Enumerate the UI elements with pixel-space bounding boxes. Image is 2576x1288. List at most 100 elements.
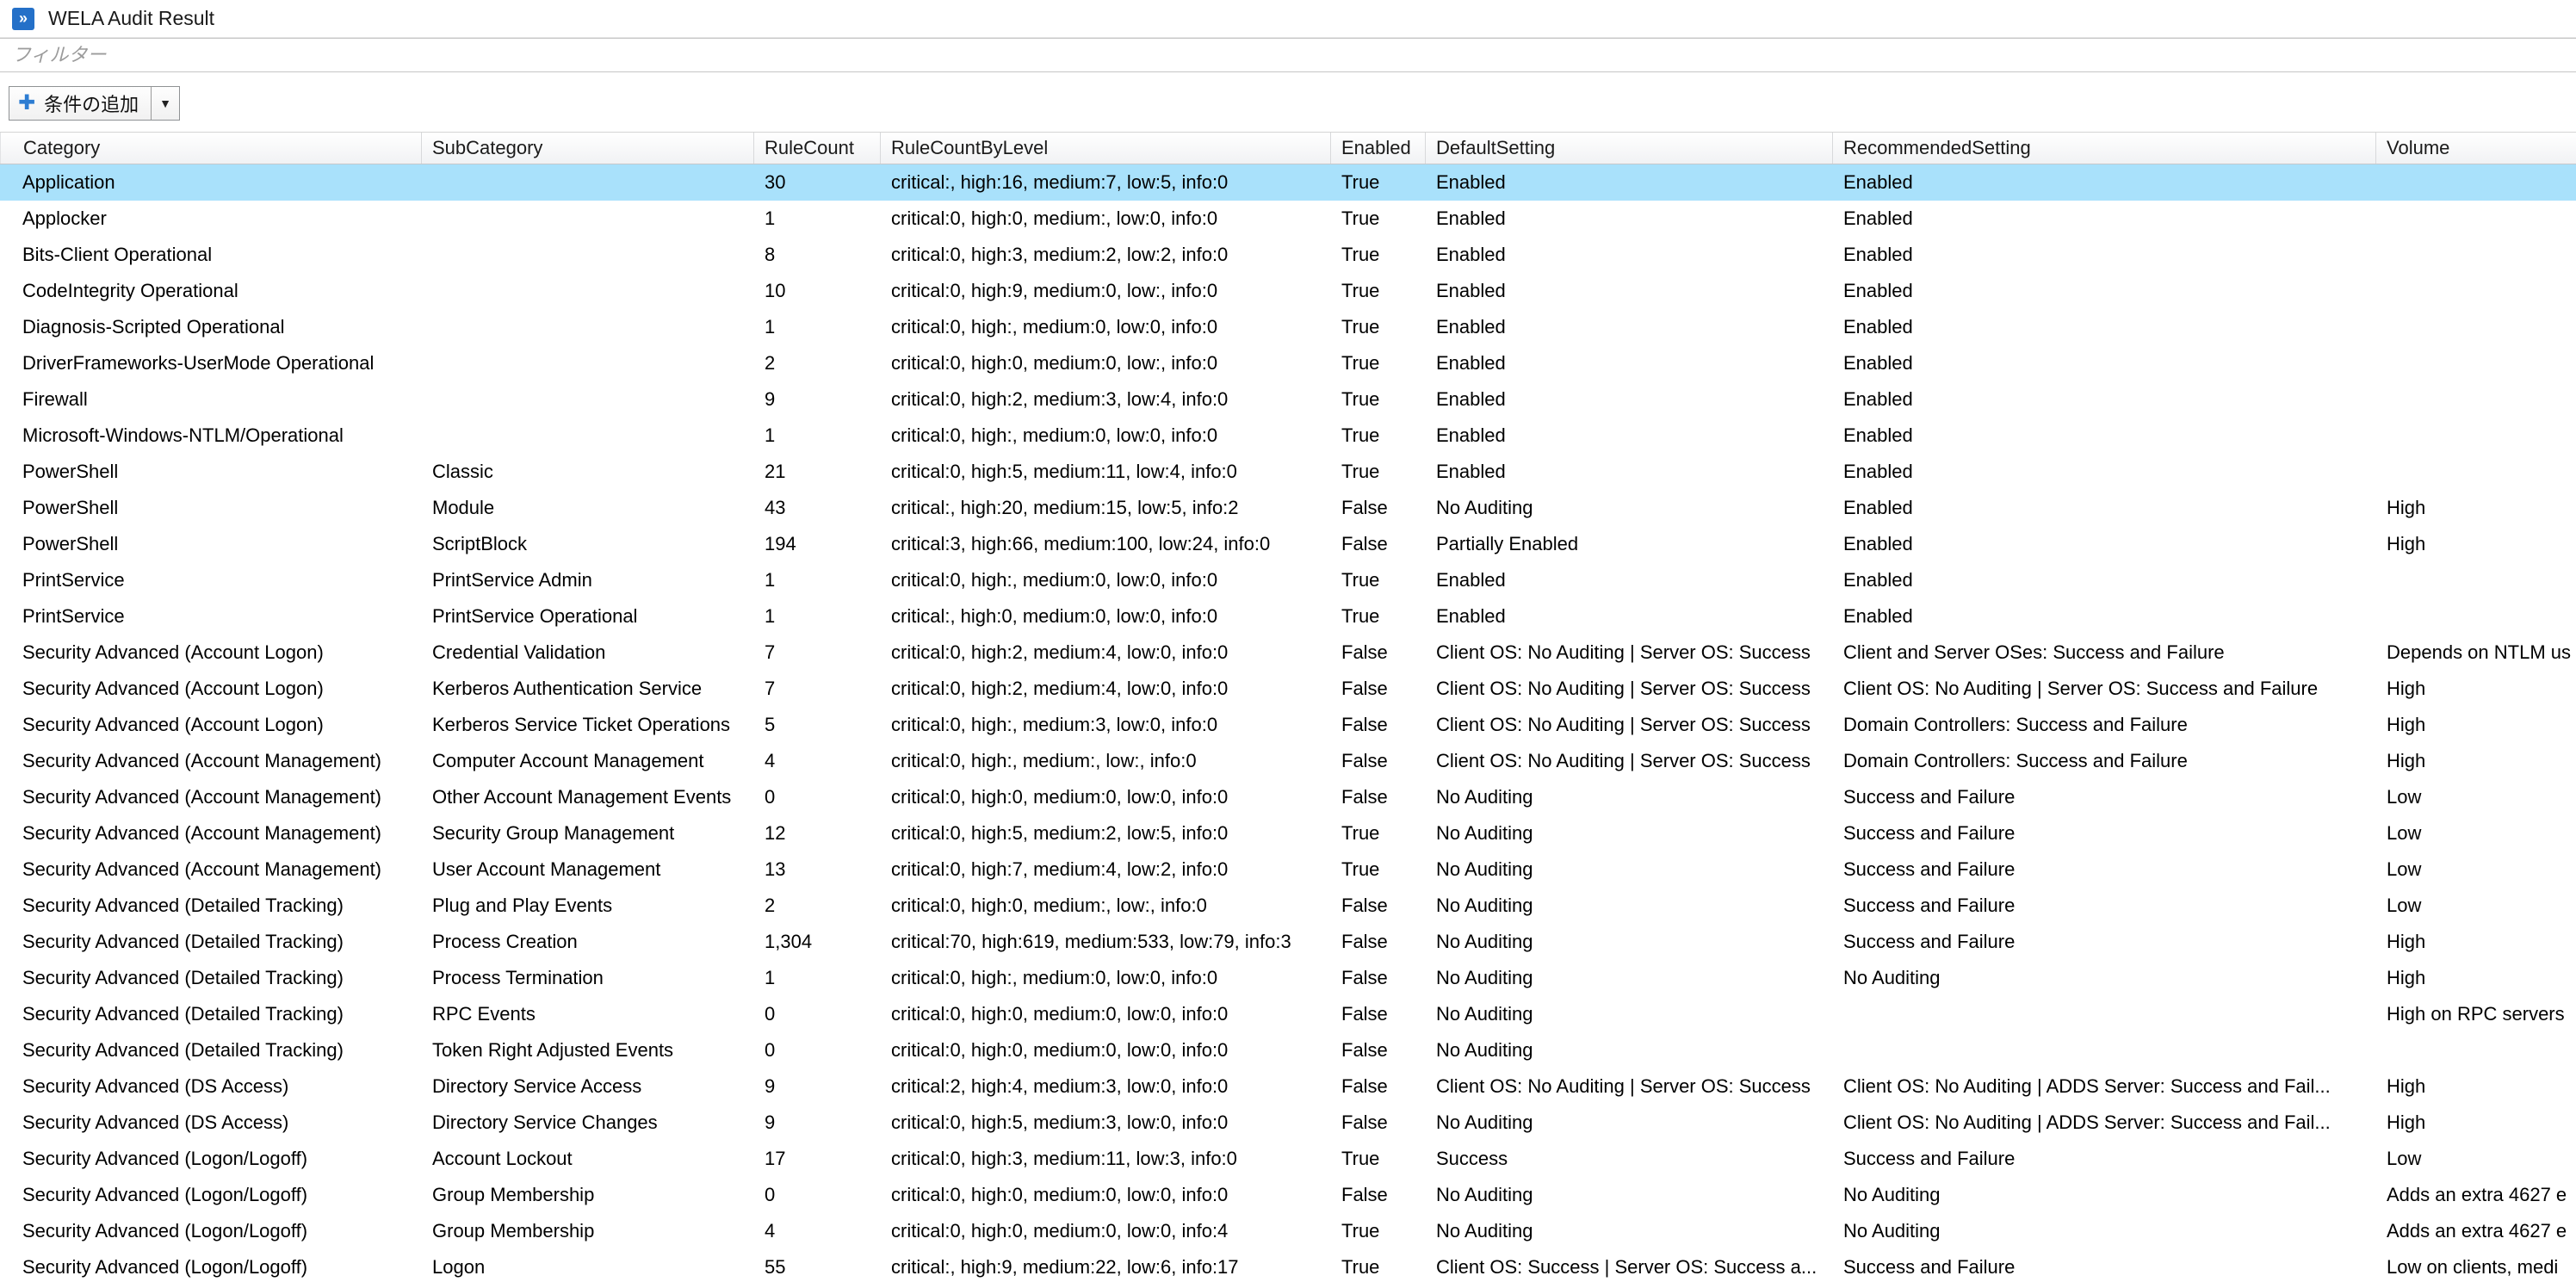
filter-input[interactable] <box>0 38 2576 72</box>
table-cell-rulecount: 194 <box>754 526 881 562</box>
table-cell-defaultsetting: Enabled <box>1426 598 1833 635</box>
table-cell-volume <box>2376 164 2576 201</box>
table-row[interactable]: Microsoft-Windows-NTLM/Operational1criti… <box>0 418 2576 454</box>
table-cell-subcategory: Logon <box>422 1249 754 1285</box>
table-cell-defaultsetting: Enabled <box>1426 237 1833 273</box>
table-cell-subcategory: Directory Service Changes <box>422 1105 754 1141</box>
table-row[interactable]: PrintServicePrintService Operational1cri… <box>0 598 2576 635</box>
table-row[interactable]: Security Advanced (DS Access)Directory S… <box>0 1068 2576 1105</box>
table-cell-defaultsetting: Enabled <box>1426 273 1833 309</box>
table-cell-category: Security Advanced (Detailed Tracking) <box>0 924 422 960</box>
table-row[interactable]: CodeIntegrity Operational10critical:0, h… <box>0 273 2576 309</box>
table-cell-subcategory <box>422 237 754 273</box>
table-cell-volume: Low <box>2376 851 2576 888</box>
column-header-rulecount[interactable]: RuleCount <box>754 133 881 164</box>
table-cell-volume: High on RPC servers <box>2376 996 2576 1032</box>
table-row[interactable]: Security Advanced (Account Logon)Kerbero… <box>0 707 2576 743</box>
table-cell-defaultsetting: Enabled <box>1426 381 1833 418</box>
add-condition-main[interactable]: ✚ 条件の追加 <box>9 87 151 120</box>
add-condition-dropdown[interactable]: ▼ <box>151 87 179 120</box>
table-cell-volume <box>2376 418 2576 454</box>
table-cell-subcategory: Directory Service Access <box>422 1068 754 1105</box>
column-header-volume[interactable]: Volume <box>2376 133 2576 164</box>
table-cell-enabled: True <box>1331 1213 1426 1249</box>
table-row[interactable]: Security Advanced (DS Access)Directory S… <box>0 1105 2576 1141</box>
table-cell-rulecount: 43 <box>754 490 881 526</box>
table-cell-rulecount: 10 <box>754 273 881 309</box>
table-cell-defaultsetting: No Auditing <box>1426 960 1833 996</box>
table-cell-defaultsetting: Client OS: Success | Server OS: Success … <box>1426 1249 1833 1285</box>
table-cell-subcategory: Account Lockout <box>422 1141 754 1177</box>
table-cell-recommendedsetting <box>1833 996 2376 1032</box>
table-row[interactable]: PowerShellScriptBlock194critical:3, high… <box>0 526 2576 562</box>
column-header-rulecountbylevel[interactable]: RuleCountByLevel <box>881 133 1331 164</box>
table-row[interactable]: Security Advanced (Detailed Tracking)RPC… <box>0 996 2576 1032</box>
table-row[interactable]: PrintServicePrintService Admin1critical:… <box>0 562 2576 598</box>
table-cell-enabled: False <box>1331 960 1426 996</box>
table-cell-defaultsetting: Enabled <box>1426 562 1833 598</box>
table-cell-subcategory: Process Creation <box>422 924 754 960</box>
table-cell-defaultsetting: Partially Enabled <box>1426 526 1833 562</box>
column-header-enabled[interactable]: Enabled <box>1331 133 1426 164</box>
table-row[interactable]: Application30critical:, high:16, medium:… <box>0 164 2576 201</box>
table-cell-rulecountbylevel: critical:0, high:3, medium:11, low:3, in… <box>881 1141 1331 1177</box>
table-cell-recommendedsetting: Domain Controllers: Success and Failure <box>1833 707 2376 743</box>
table-cell-volume: High <box>2376 960 2576 996</box>
table-cell-enabled: True <box>1331 381 1426 418</box>
table-row[interactable]: Security Advanced (Logon/Logoff)Group Me… <box>0 1177 2576 1213</box>
table-cell-volume <box>2376 562 2576 598</box>
table-row[interactable]: Security Advanced (Logon/Logoff)Logon55c… <box>0 1249 2576 1285</box>
table-row[interactable]: Bits-Client Operational8critical:0, high… <box>0 237 2576 273</box>
table-cell-rulecountbylevel: critical:, high:16, medium:7, low:5, inf… <box>881 164 1331 201</box>
table-cell-category: Security Advanced (Detailed Tracking) <box>0 996 422 1032</box>
table-row[interactable]: Security Advanced (Detailed Tracking)Plu… <box>0 888 2576 924</box>
table-row[interactable]: Security Advanced (Logon/Logoff)Account … <box>0 1141 2576 1177</box>
table-cell-category: Application <box>0 164 422 201</box>
table-cell-enabled: False <box>1331 1177 1426 1213</box>
table-cell-defaultsetting: No Auditing <box>1426 779 1833 815</box>
table-row[interactable]: Applocker1critical:0, high:0, medium:, l… <box>0 201 2576 237</box>
table-row[interactable]: PowerShellClassic21critical:0, high:5, m… <box>0 454 2576 490</box>
table-row[interactable]: Security Advanced (Account Logon)Kerbero… <box>0 671 2576 707</box>
column-header-recommendedsetting[interactable]: RecommendedSetting <box>1833 133 2376 164</box>
table-cell-category: PrintService <box>0 562 422 598</box>
column-header-subcategory[interactable]: SubCategory <box>422 133 754 164</box>
table-row[interactable]: Firewall9critical:0, high:2, medium:3, l… <box>0 381 2576 418</box>
table-row[interactable]: Security Advanced (Detailed Tracking)Tok… <box>0 1032 2576 1068</box>
table-row[interactable]: Security Advanced (Account Management)Us… <box>0 851 2576 888</box>
column-header-category[interactable]: Category <box>0 133 422 164</box>
table-cell-subcategory <box>422 201 754 237</box>
table-row[interactable]: PowerShellModule43critical:, high:20, me… <box>0 490 2576 526</box>
table-cell-defaultsetting: Enabled <box>1426 454 1833 490</box>
table-row[interactable]: Security Advanced (Account Management)Ot… <box>0 779 2576 815</box>
table-cell-enabled: True <box>1331 164 1426 201</box>
table-cell-subcategory: Kerberos Authentication Service <box>422 671 754 707</box>
table-cell-rulecountbylevel: critical:0, high:, medium:, low:, info:0 <box>881 743 1331 779</box>
table-cell-subcategory: Plug and Play Events <box>422 888 754 924</box>
table-row[interactable]: Security Advanced (Account Management)Se… <box>0 815 2576 851</box>
table-cell-rulecountbylevel: critical:, high:9, medium:22, low:6, inf… <box>881 1249 1331 1285</box>
table-cell-recommendedsetting: Client and Server OSes: Success and Fail… <box>1833 635 2376 671</box>
table-row[interactable]: Security Advanced (Detailed Tracking)Pro… <box>0 924 2576 960</box>
table-cell-subcategory: Token Right Adjusted Events <box>422 1032 754 1068</box>
table-row[interactable]: Security Advanced (Detailed Tracking)Pro… <box>0 960 2576 996</box>
table-cell-enabled: True <box>1331 454 1426 490</box>
table-cell-rulecount: 9 <box>754 381 881 418</box>
title-bar: » WELA Audit Result <box>0 0 2576 38</box>
add-condition-button[interactable]: ✚ 条件の追加 ▼ <box>9 86 180 121</box>
table-cell-subcategory: Module <box>422 490 754 526</box>
table-cell-recommendedsetting: Enabled <box>1833 381 2376 418</box>
table-row[interactable]: Security Advanced (Logon/Logoff)Group Me… <box>0 1213 2576 1249</box>
table-cell-rulecount: 5 <box>754 707 881 743</box>
table-cell-rulecount: 1 <box>754 309 881 345</box>
table-row[interactable]: Diagnosis-Scripted Operational1critical:… <box>0 309 2576 345</box>
table-cell-rulecount: 7 <box>754 671 881 707</box>
table-row[interactable]: DriverFrameworks-UserMode Operational2cr… <box>0 345 2576 381</box>
table-cell-recommendedsetting: No Auditing <box>1833 960 2376 996</box>
table-header-row: CategorySubCategoryRuleCountRuleCountByL… <box>0 132 2576 164</box>
table-row[interactable]: Security Advanced (Account Logon)Credent… <box>0 635 2576 671</box>
table-cell-recommendedsetting: Enabled <box>1833 598 2376 635</box>
column-header-defaultsetting[interactable]: DefaultSetting <box>1426 133 1833 164</box>
table-cell-enabled: False <box>1331 635 1426 671</box>
table-row[interactable]: Security Advanced (Account Management)Co… <box>0 743 2576 779</box>
